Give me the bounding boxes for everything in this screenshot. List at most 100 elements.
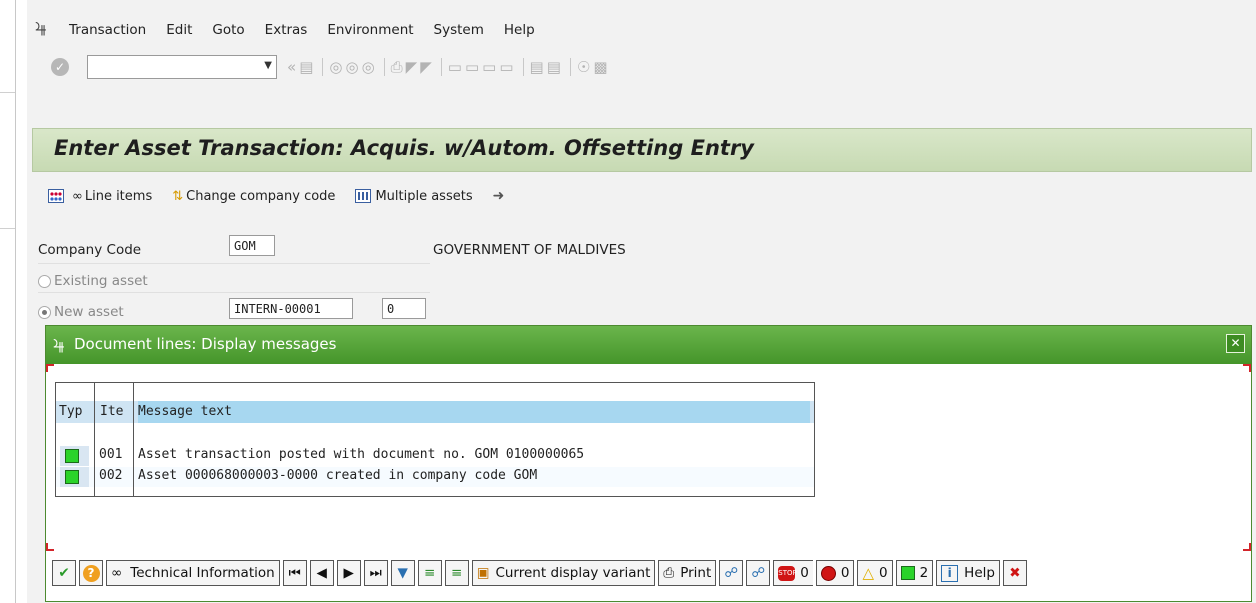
filter-button[interactable]: ▼: [390, 560, 415, 586]
success-filter-button[interactable]: 2: [895, 560, 934, 586]
previous-page-button[interactable]: ◀: [309, 560, 334, 586]
first-page-button[interactable]: ⏮: [282, 560, 307, 586]
company-name-text: GOVERNMENT OF MALDIVES: [433, 242, 626, 258]
technical-information-label: Technical Information: [130, 565, 275, 581]
current-display-variant-label: Current display variant: [495, 565, 651, 581]
standard-toolbar: ✓ ▼ « ▤ ◎ ◎ ◎ ⎙ ◤ ◤ ▭ ▭ ▭ ▭ ▤ ▤ ☉ ▩: [27, 50, 1256, 84]
table-row[interactable]: 001 Asset transaction posted with docume…: [56, 446, 814, 466]
next-page-button[interactable]: ▶: [336, 560, 361, 586]
print-icon[interactable]: ⎙: [391, 58, 406, 76]
page-title: Enter Asset Transaction: Acquis. w/Autom…: [54, 136, 754, 160]
technical-information-button[interactable]: ∞ Technical Information: [106, 560, 280, 586]
menu-help[interactable]: Help: [504, 22, 535, 38]
close-icon[interactable]: ✕: [1226, 334, 1245, 353]
confirm-button[interactable]: ✔: [52, 560, 76, 586]
stop-icon: STOP: [778, 565, 797, 581]
application-toolbar: ∞ Line items ⇅ Change company code Multi…: [27, 180, 1256, 212]
error-filter-button[interactable]: 0: [815, 560, 855, 586]
stop-filter-button[interactable]: STOP 0: [773, 560, 813, 586]
chevron-down-icon[interactable]: ▼: [264, 60, 272, 71]
grid-icon: [48, 189, 64, 203]
multiple-assets-label: Multiple assets: [375, 188, 473, 204]
menu-exit-icon[interactable]: ⯤: [35, 18, 55, 43]
last-page-button[interactable]: ⏭: [363, 560, 388, 586]
back-circle-icon[interactable]: ◎: [329, 58, 345, 76]
success-status-icon: [65, 470, 79, 484]
command-field[interactable]: ▼: [87, 55, 277, 79]
column-typ[interactable]: Typ: [59, 404, 82, 419]
menu-environment[interactable]: Environment: [327, 22, 413, 38]
title-bar: Enter Asset Transaction: Acquis. w/Autom…: [32, 128, 1252, 172]
save-icon[interactable]: ▤: [299, 58, 316, 76]
menu-system[interactable]: System: [434, 22, 484, 38]
new-asset-subnumber-field[interactable]: 0: [382, 298, 426, 319]
change-company-code-label: Change company code: [186, 188, 336, 204]
existing-asset-label: Existing asset: [54, 273, 148, 289]
help-button[interactable]: i Help: [936, 560, 1000, 586]
layout-icon[interactable]: ▩: [593, 58, 610, 76]
line-items-button[interactable]: ∞ Line items: [48, 189, 152, 204]
export-button[interactable]: ➜: [493, 188, 505, 204]
error-count: 0: [840, 565, 850, 581]
enter-icon[interactable]: ✓: [51, 58, 69, 76]
new-asset-radio[interactable]: [38, 305, 51, 319]
help-icon[interactable]: ☉: [577, 58, 593, 76]
sort-ascending-icon: ≡: [424, 565, 436, 581]
cancel-icon: ✖: [1009, 565, 1021, 581]
filter-icon: ▼: [397, 565, 408, 581]
print-button[interactable]: ⎙ Print: [658, 560, 717, 586]
new-session-icon[interactable]: ▤: [530, 58, 547, 76]
first-page-icon[interactable]: ▭: [448, 58, 465, 76]
message-dialog: ⯤ Document lines: Display messages ✕ Typ…: [45, 325, 1252, 602]
menu-transaction[interactable]: Transaction: [69, 22, 146, 38]
toolbar-icons: « ▤ ◎ ◎ ◎ ⎙ ◤ ◤ ▭ ▭ ▭ ▭ ▤ ▤ ☉ ▩: [287, 58, 611, 76]
change-company-code-button[interactable]: ⇅ Change company code: [172, 189, 335, 204]
exit-circle-icon[interactable]: ◎: [345, 58, 361, 76]
existing-asset-radio[interactable]: [38, 274, 51, 288]
table-row[interactable]: 002 Asset 000068000003-0000 created in c…: [56, 467, 814, 487]
change-icon: ⇅: [172, 188, 184, 204]
sort-descending-icon: ≡: [451, 565, 463, 581]
cancel-button[interactable]: ✖: [1002, 560, 1027, 586]
multiple-assets-button[interactable]: Multiple assets: [355, 188, 473, 204]
message-item: 001: [99, 447, 123, 462]
messages-table: Typ Ite Message text 001 Asset transacti…: [55, 382, 815, 497]
menu-extras[interactable]: Extras: [265, 22, 308, 38]
layout-icon: ▣: [476, 565, 490, 581]
table-header: Typ Ite Message text: [56, 401, 814, 423]
find-next-icon[interactable]: ◤: [420, 58, 435, 76]
first-page-icon: ⏮: [288, 565, 301, 581]
company-code-field[interactable]: GOM: [229, 235, 275, 256]
column-message-text[interactable]: Message text: [138, 401, 810, 423]
menu-edit[interactable]: Edit: [166, 22, 192, 38]
message-item: 002: [99, 468, 123, 483]
warning-count: 0: [878, 565, 888, 581]
back-icon[interactable]: «: [287, 58, 299, 76]
warning-filter-button[interactable]: △ 0: [857, 560, 893, 586]
next-page-icon[interactable]: ▭: [482, 58, 499, 76]
dialog-menu-icon[interactable]: ⯤: [53, 335, 65, 360]
shortcut-icon[interactable]: ▤: [547, 58, 564, 76]
new-asset-option[interactable]: New asset: [38, 301, 124, 323]
left-strip: [0, 0, 16, 603]
help-circle-button[interactable]: ?: [79, 560, 103, 586]
column-ite[interactable]: Ite: [100, 404, 123, 419]
checkmark-icon: ✔: [58, 565, 70, 581]
find-button[interactable]: ☍: [719, 560, 744, 586]
success-status-icon: [65, 449, 79, 463]
line-items-label: Line items: [84, 188, 153, 204]
previous-page-icon[interactable]: ▭: [465, 58, 482, 76]
question-icon: ?: [82, 564, 100, 582]
last-page-icon: ⏭: [369, 565, 382, 581]
last-page-icon[interactable]: ▭: [499, 58, 516, 76]
sort-descending-button[interactable]: ≡: [444, 560, 469, 586]
find-next-button[interactable]: ☍: [746, 560, 771, 586]
next-page-icon: ▶: [343, 565, 354, 581]
existing-asset-option[interactable]: Existing asset: [38, 270, 148, 292]
sort-ascending-button[interactable]: ≡: [417, 560, 442, 586]
menu-goto[interactable]: Goto: [212, 22, 244, 38]
new-asset-number-field[interactable]: INTERN-00001: [229, 298, 353, 319]
cancel-circle-icon[interactable]: ◎: [362, 58, 378, 76]
current-display-variant-button[interactable]: ▣ Current display variant: [471, 560, 656, 586]
find-icon[interactable]: ◤: [406, 58, 421, 76]
